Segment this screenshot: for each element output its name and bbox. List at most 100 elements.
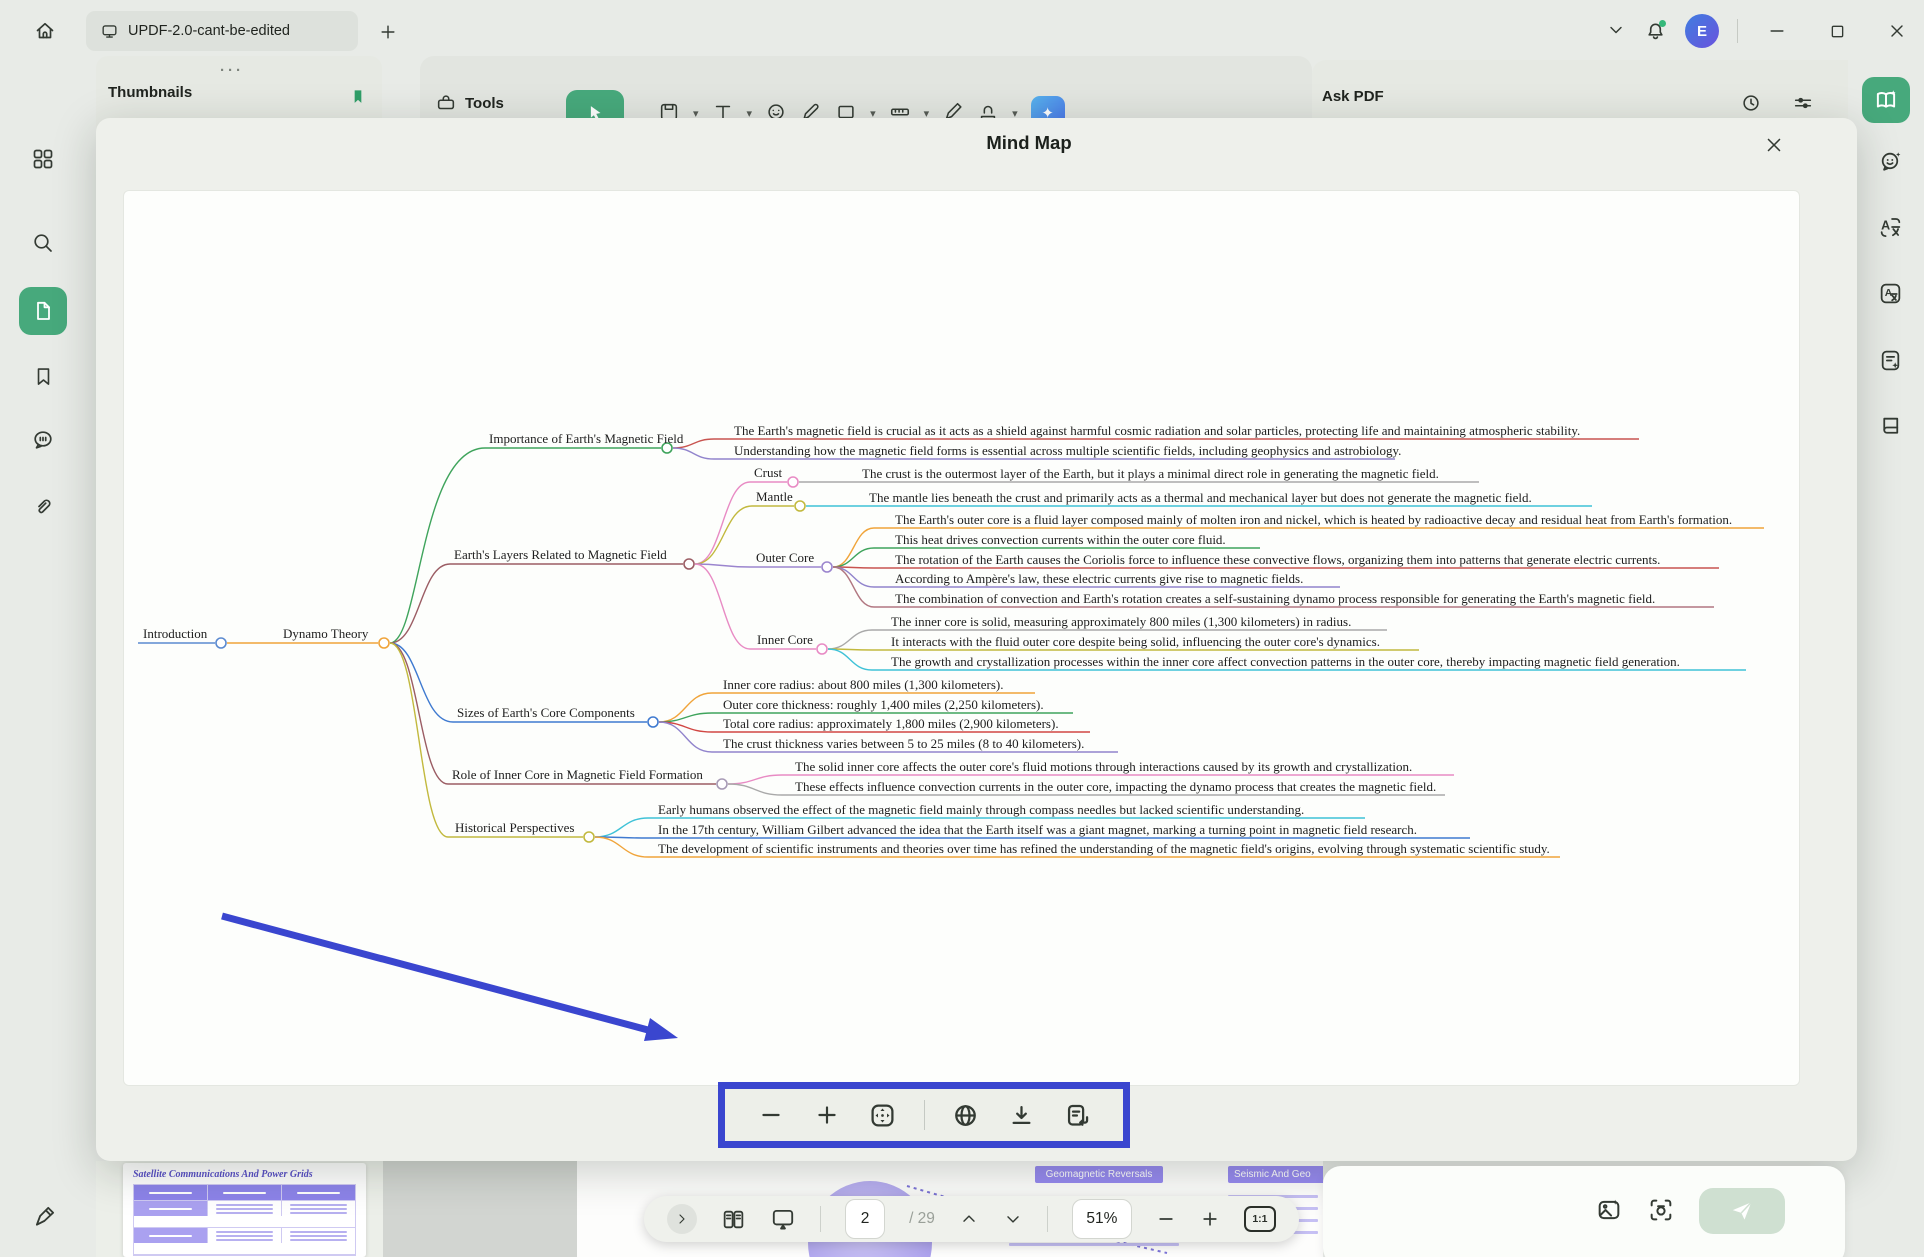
page-total: / 29	[909, 1210, 935, 1228]
presentation-icon	[770, 1206, 796, 1232]
close-icon	[1763, 134, 1785, 156]
image-sparkle-icon	[1595, 1196, 1623, 1224]
history-clock-icon[interactable]	[1740, 92, 1762, 114]
home-icon	[33, 19, 57, 43]
reading-panel-button[interactable]	[1868, 405, 1912, 447]
divider	[1737, 19, 1738, 43]
two-page-view-button[interactable]	[721, 1207, 746, 1232]
plus-icon	[378, 22, 398, 42]
translate-button[interactable]: A	[1868, 206, 1912, 248]
new-tab-button[interactable]	[372, 16, 404, 48]
minus-icon	[1156, 1209, 1176, 1229]
section-badge: Geomagnetic Reversals	[1035, 1166, 1163, 1183]
add-image-button[interactable]	[1595, 1196, 1623, 1227]
previous-page-button[interactable]	[959, 1209, 979, 1229]
ai-reader-button[interactable]	[1862, 77, 1910, 123]
section-badge: Seismic And Geo	[1228, 1166, 1323, 1183]
tools-menu[interactable]: Tools	[435, 92, 504, 114]
presentation-mode-button[interactable]	[770, 1206, 796, 1232]
minus-icon	[758, 1102, 784, 1128]
attachments-button[interactable]	[21, 485, 65, 527]
chat-smiley-sparkle-icon	[1878, 149, 1903, 174]
comments-button[interactable]	[21, 419, 65, 461]
minimize-button[interactable]	[1756, 12, 1798, 50]
download-icon	[1008, 1102, 1035, 1129]
paperclip-icon	[31, 494, 55, 518]
titlebar: UPDF-2.0-cant-be-edited E	[0, 0, 1924, 62]
fit-screen-icon	[869, 1102, 896, 1129]
modal-title: Mind Map	[929, 132, 1129, 154]
tools-icon	[435, 92, 457, 114]
pen-nib-icon	[32, 1203, 58, 1229]
document-tab[interactable]: UPDF-2.0-cant-be-edited	[86, 11, 358, 51]
page-number-input[interactable]: 2	[845, 1199, 885, 1239]
pin-icon[interactable]	[348, 86, 368, 108]
notifications-button[interactable]	[1644, 20, 1667, 43]
divider	[820, 1206, 821, 1232]
doc-return-arrow-icon	[1064, 1102, 1091, 1129]
modal-close-button[interactable]	[1755, 126, 1793, 164]
page-thumbnail[interactable]: Satellite Communications And Power Grids	[123, 1163, 366, 1257]
camera-capture-icon	[1647, 1196, 1675, 1224]
divider	[1047, 1206, 1048, 1232]
search-button[interactable]	[21, 222, 65, 264]
table-row	[134, 1228, 355, 1255]
mindmap-canvas[interactable]	[123, 190, 1800, 1086]
translate-icon: A	[1878, 215, 1903, 240]
avatar[interactable]: E	[1685, 14, 1719, 48]
ask-pdf-input-card[interactable]	[1323, 1166, 1845, 1257]
tools-label: Tools	[465, 95, 504, 112]
globe-icon	[952, 1102, 979, 1129]
grid-icon	[31, 147, 55, 171]
ai-summary-button[interactable]	[1868, 339, 1912, 381]
regenerate-export-button[interactable]	[1063, 1100, 1093, 1130]
maximize-button[interactable]	[1816, 12, 1858, 50]
collapse-button[interactable]	[1606, 20, 1626, 43]
two-page-icon	[721, 1207, 746, 1232]
ask-pdf-title: Ask PDF	[1322, 88, 1384, 105]
settings-sliders-icon[interactable]	[1792, 92, 1814, 114]
translate-page-button[interactable]: A	[1868, 272, 1912, 314]
download-button[interactable]	[1007, 1100, 1037, 1130]
page-navigation-bar: 2 / 29 51% 1:1	[644, 1196, 1299, 1242]
pages-panel-button[interactable]	[19, 287, 67, 335]
panel-drag-handle[interactable]: ···	[220, 62, 244, 79]
maximize-icon	[1828, 22, 1847, 41]
send-button[interactable]	[1699, 1188, 1785, 1234]
zoom-out-button[interactable]	[1156, 1209, 1176, 1229]
next-page-button[interactable]	[1003, 1209, 1023, 1229]
mindmap-zoom-in-button[interactable]	[812, 1100, 842, 1130]
thumbnail-table	[133, 1184, 356, 1256]
document-icon	[31, 299, 55, 323]
thumbnail-page-title: Satellite Communications And Power Grids	[133, 1169, 356, 1180]
table-row	[134, 1185, 355, 1201]
apps-grid-button[interactable]	[21, 138, 65, 180]
translate-box-icon: A	[1878, 281, 1903, 306]
mindmap-zoom-out-button[interactable]	[756, 1100, 786, 1130]
signature-pen-button[interactable]	[25, 1196, 65, 1236]
expand-panel-button[interactable]	[667, 1204, 697, 1234]
bookmark-icon	[32, 365, 55, 388]
zoom-level-input[interactable]: 51%	[1072, 1199, 1132, 1239]
language-button[interactable]	[951, 1100, 981, 1130]
plus-icon	[814, 1102, 840, 1128]
zoom-in-button[interactable]	[1200, 1209, 1220, 1229]
home-button[interactable]	[24, 10, 66, 52]
ai-chat-button[interactable]	[1868, 140, 1912, 182]
divider	[924, 1100, 925, 1130]
right-sidebar: A A	[1857, 0, 1924, 1257]
fit-to-screen-button[interactable]	[868, 1100, 898, 1130]
screenshot-button[interactable]	[1647, 1196, 1675, 1227]
search-icon	[31, 231, 55, 255]
comment-bubble-icon	[31, 428, 55, 452]
actual-size-button[interactable]: 1:1	[1244, 1206, 1276, 1232]
monitor-icon	[100, 22, 119, 41]
left-sidebar	[0, 62, 88, 1257]
canvas-gutter	[383, 1161, 577, 1257]
bookmarks-button[interactable]	[21, 355, 65, 397]
mindmap-modal: Mind Map	[96, 118, 1857, 1161]
app-window: UPDF-2.0-cant-be-edited E	[0, 0, 1924, 1257]
thumbnails-panel-title: Thumbnails	[108, 84, 192, 101]
book-sparkle-icon	[1873, 87, 1899, 113]
chevron-down-icon	[1003, 1209, 1023, 1229]
